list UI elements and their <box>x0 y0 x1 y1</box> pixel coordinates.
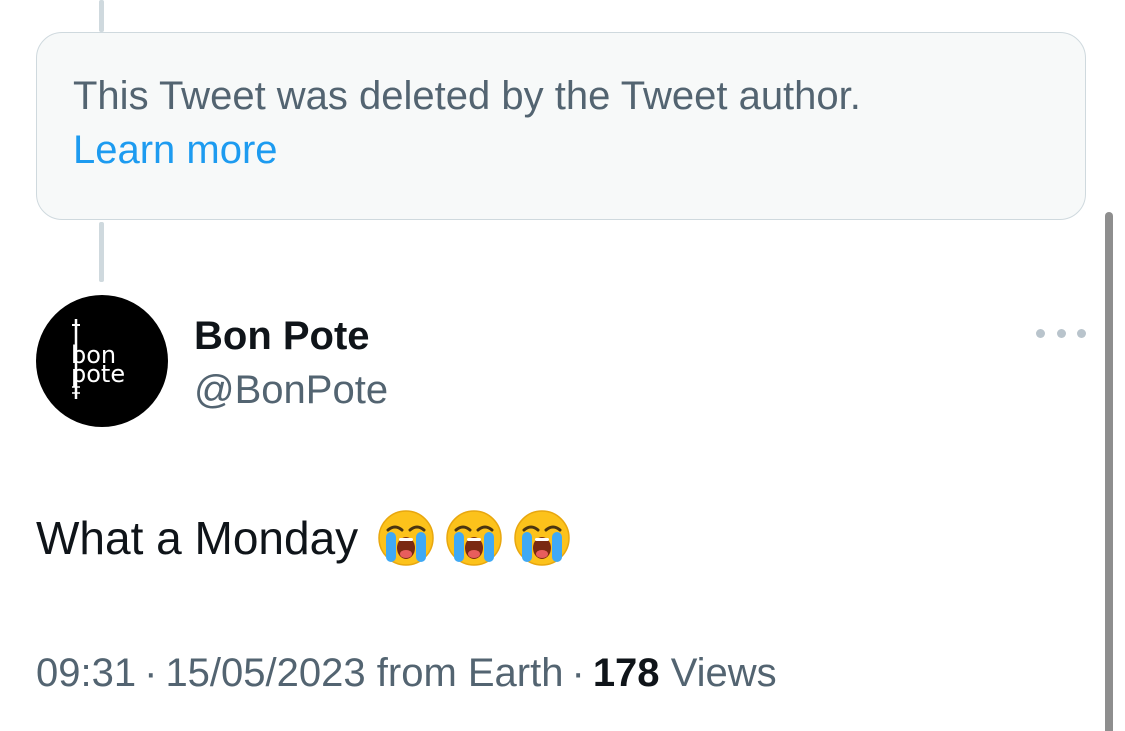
emoji-group <box>376 508 572 568</box>
author-display-name[interactable]: Bon Pote <box>194 312 370 360</box>
meta-separator: · <box>144 651 158 695</box>
thread-connector-line <box>99 0 104 32</box>
meta-separator: · <box>571 651 585 695</box>
deleted-tweet-message: This Tweet was deleted by the Tweet auth… <box>73 74 861 118</box>
thread-connector-line <box>99 222 104 282</box>
loudly-crying-face-icon <box>514 510 570 566</box>
tweet-text: What a Monday <box>36 512 359 564</box>
scrollbar[interactable] <box>1105 212 1113 731</box>
loudly-crying-face-icon <box>446 510 502 566</box>
more-horizontal-icon <box>1056 328 1066 338</box>
views-count[interactable]: 178 <box>593 651 660 695</box>
tweet-date[interactable]: 15/05/2023 <box>165 651 365 695</box>
avatar[interactable]: bon pote <box>36 295 168 427</box>
deleted-tweet-notice: This Tweet was deleted by the Tweet auth… <box>36 32 1086 220</box>
tweet-location: from Earth <box>376 651 564 695</box>
svg-text:pote: pote <box>71 360 125 388</box>
bon-pote-logo-icon: bon pote <box>71 319 125 399</box>
tweet-thread-view: This Tweet was deleted by the Tweet auth… <box>0 0 1125 731</box>
author-handle[interactable]: @BonPote <box>194 366 388 414</box>
tweet-time[interactable]: 09:31 <box>36 651 136 695</box>
tweet-body: What a Monday <box>36 508 572 568</box>
loudly-crying-face-icon <box>378 510 434 566</box>
learn-more-link[interactable]: Learn more <box>73 123 1049 177</box>
more-horizontal-icon <box>1077 328 1086 338</box>
more-options-button[interactable] <box>1036 318 1086 348</box>
tweet-metadata: 09:31 · 15/05/2023 from Earth · 178 Views <box>36 646 777 700</box>
more-horizontal-icon <box>1036 328 1045 338</box>
views-label[interactable]: Views <box>671 651 777 695</box>
